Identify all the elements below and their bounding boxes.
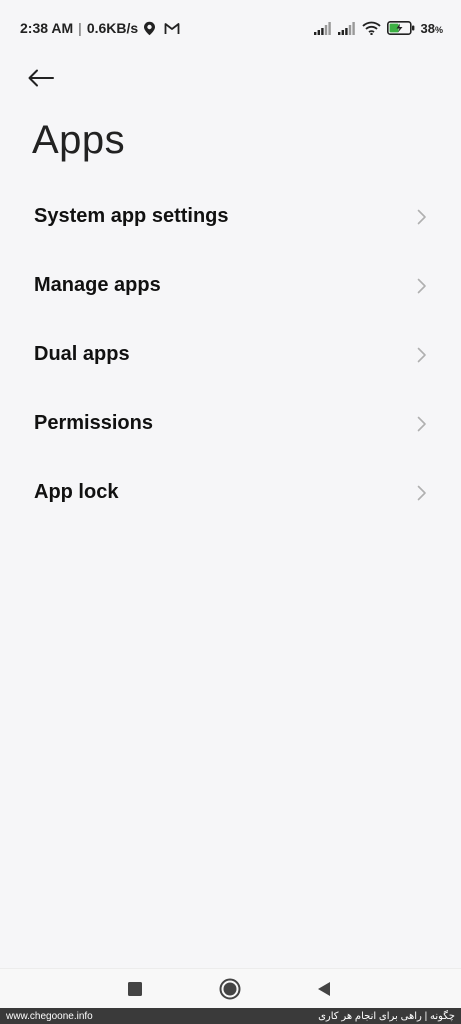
status-time: 2:38 AM	[20, 20, 74, 36]
battery-charging-icon	[386, 21, 415, 35]
menu-item-dual-apps[interactable]: Dual apps	[0, 320, 461, 389]
menu-item-app-lock[interactable]: App lock	[0, 458, 461, 527]
menu-item-label: Permissions	[34, 412, 153, 434]
location-pin-icon	[143, 21, 156, 36]
back-button[interactable]	[28, 60, 72, 96]
status-separator: |	[78, 20, 82, 36]
page-title: Apps	[32, 118, 126, 162]
signal-icon	[313, 21, 332, 35]
wifi-icon	[361, 21, 381, 36]
chevron-right-icon	[417, 209, 427, 225]
status-right: 38%	[313, 20, 443, 36]
watermark-tagline: چگونه | راهی برای انجام هر کاری	[318, 1010, 455, 1022]
settings-screen: 2:38 AM | 0.6KB/s 38% Apps System app se…	[0, 0, 461, 1024]
chevron-right-icon	[417, 416, 427, 432]
chevron-right-icon	[417, 347, 427, 363]
settings-menu-list: System app settings Manage apps Dual app…	[0, 182, 461, 527]
signal-icon	[337, 21, 356, 35]
menu-item-label: System app settings	[34, 205, 229, 227]
chevron-right-icon	[417, 278, 427, 294]
square-recents-icon[interactable]	[128, 981, 143, 996]
gmail-icon	[164, 22, 180, 35]
menu-item-label: Manage apps	[34, 274, 161, 296]
watermark-url: www.chegoone.info	[6, 1010, 93, 1022]
menu-item-label: Dual apps	[34, 343, 130, 365]
menu-item-system-app-settings[interactable]: System app settings	[0, 182, 461, 251]
chevron-right-icon	[417, 485, 427, 501]
triangle-back-icon[interactable]	[317, 981, 331, 997]
watermark-bar: www.chegoone.info چگونه | راهی برای انجا…	[0, 1008, 461, 1024]
menu-item-permissions[interactable]: Permissions	[0, 389, 461, 458]
status-net-speed: 0.6KB/s	[86, 20, 139, 36]
circle-home-icon[interactable]	[219, 978, 241, 1000]
system-navigation-bar	[0, 968, 461, 1008]
menu-item-label: App lock	[34, 481, 119, 503]
status-bar: 2:38 AM | 0.6KB/s 38%	[0, 0, 461, 56]
back-arrow-icon	[28, 69, 54, 87]
menu-item-manage-apps[interactable]: Manage apps	[0, 251, 461, 320]
battery-percent: 38%	[420, 20, 443, 36]
status-left: 2:38 AM | 0.6KB/s	[20, 20, 180, 36]
